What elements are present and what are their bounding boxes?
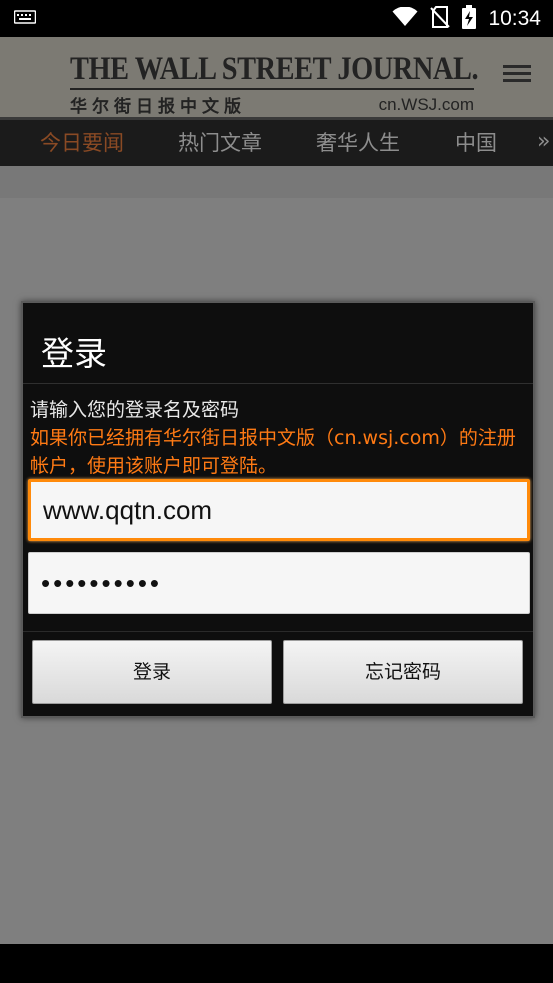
login-dialog: 登录 请输入您的登录名及密码 如果你已经拥有华尔街日报中文版（cn.wsj.co…: [21, 301, 535, 718]
password-input[interactable]: [29, 553, 529, 613]
dialog-title: 登录: [41, 334, 107, 373]
navigation-bar: [0, 944, 553, 983]
masthead-rule: [70, 88, 474, 90]
masthead-chinese: 华尔街日报中文版: [70, 97, 246, 117]
battery-charging-icon: [462, 4, 477, 33]
username-field-wrapper: [28, 479, 530, 541]
no-sim-icon: [430, 5, 451, 32]
login-prompt: 请输入您的登录名及密码: [30, 399, 240, 421]
wifi-icon: [392, 5, 418, 31]
keyboard-icon: [13, 9, 37, 29]
tab-luxury[interactable]: 奢华人生: [316, 120, 400, 166]
clock: 10:34: [488, 6, 541, 30]
forgot-password-button[interactable]: 忘记密码: [283, 640, 523, 704]
dialog-message: 请输入您的登录名及密码 如果你已经拥有华尔街日报中文版（cn.wsj.com）的…: [30, 396, 530, 480]
title-divider: [23, 383, 533, 384]
tab-top-news[interactable]: 今日要闻: [40, 120, 124, 166]
wsj-logo[interactable]: THE WALL STREET JOURNAL. 华尔街日报中文版 cn.WSJ…: [70, 51, 479, 117]
username-input[interactable]: [31, 482, 527, 538]
password-field-wrapper: [28, 552, 530, 614]
masthead-title: THE WALL STREET JOURNAL.: [70, 51, 479, 87]
content-header-band: [0, 166, 553, 198]
account-hint: 如果你已经拥有华尔街日报中文版（cn.wsj.com）的注册帐户，使用该账户即可…: [30, 427, 516, 477]
hamburger-menu-icon[interactable]: [503, 65, 531, 87]
tab-popular[interactable]: 热门文章: [178, 120, 262, 166]
masthead-domain: cn.WSJ.com: [378, 94, 474, 114]
tab-china[interactable]: 中国: [455, 120, 497, 166]
login-button[interactable]: 登录: [32, 640, 272, 704]
tabs-more-icon[interactable]: »: [537, 120, 550, 166]
status-bar: 10:34: [0, 0, 553, 37]
app-header: THE WALL STREET JOURNAL. 华尔街日报中文版 cn.WSJ…: [0, 37, 553, 117]
dialog-button-bar: 登录 忘记密码: [23, 631, 533, 716]
category-tabs: 今日要闻 热门文章 奢华人生 中国 »: [0, 117, 553, 166]
